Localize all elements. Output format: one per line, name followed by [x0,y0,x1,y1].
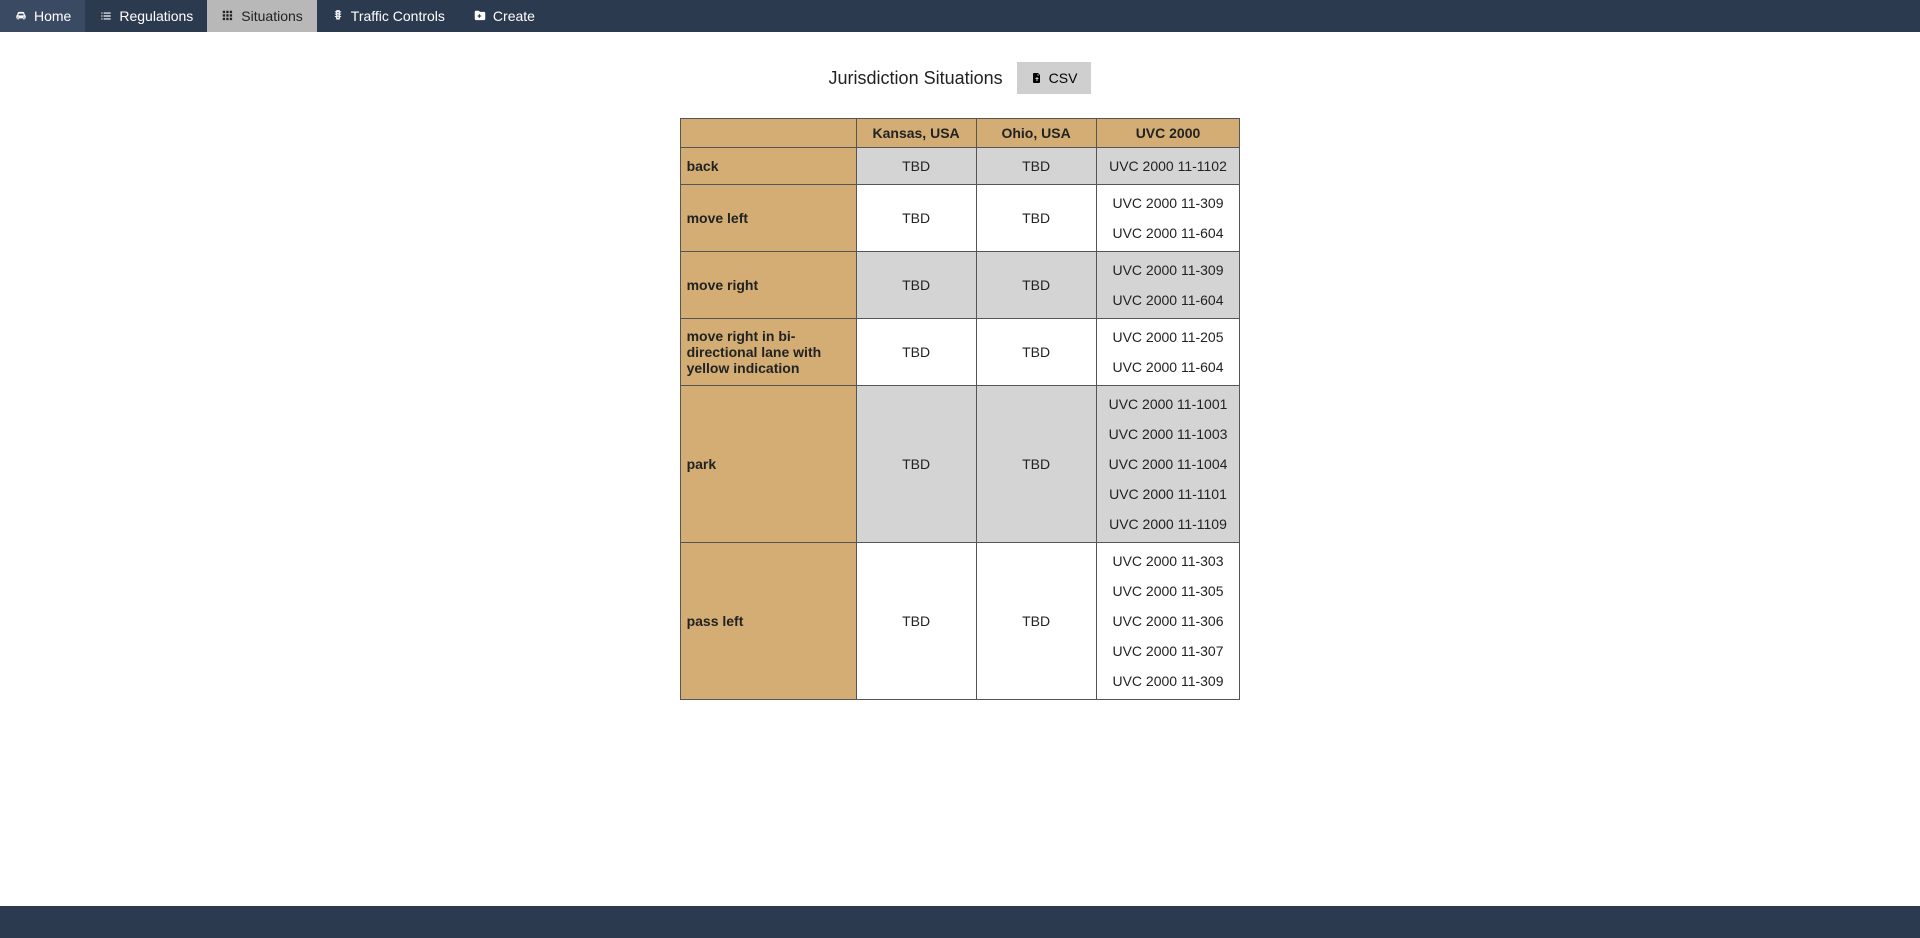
regulation-ref[interactable]: UVC 2000 11-309 [1112,195,1223,211]
table-cell: TBD [856,148,976,185]
file-download-icon [1031,71,1043,85]
csv-button[interactable]: CSV [1017,62,1092,94]
regulation-refs: UVC 2000 11-205 UVC 2000 11-604 [1103,325,1234,379]
regulation-ref[interactable]: UVC 2000 11-1001 [1109,396,1228,412]
table-cell: TBD [856,185,976,252]
table-cell: UVC 2000 11-1001 UVC 2000 11-1003 UVC 2000… [1096,386,1240,543]
nav-item-traffic-controls[interactable]: Traffic Controls [317,0,459,32]
table-row: pass leftTBDTBDUVC 2000 11-303UVC 2000 1… [680,543,1240,700]
table-cell: TBD [856,543,976,700]
car-icon [14,9,28,23]
regulation-ref[interactable]: UVC 2000 11-309 [1112,673,1223,689]
regulation-refs: UVC 2000 11-303 UVC 2000 11-305 UVC 2000 1… [1103,549,1234,693]
regulation-ref[interactable]: UVC 2000 11-1004 [1109,456,1228,472]
table-cell: TBD [856,252,976,319]
row-header[interactable]: back [680,148,856,185]
table-body: backTBDTBDUVC 2000 11-1102move leftTBDTB… [680,148,1240,700]
regulation-ref[interactable]: UVC 2000 11-303 [1112,553,1223,569]
col-header[interactable]: Ohio, USA [976,119,1096,148]
regulation-ref[interactable]: UVC 2000 11-1101 [1109,486,1227,502]
grid-icon [221,9,235,23]
regulation-ref[interactable]: UVC 2000 11-1003 [1109,426,1228,442]
regulation-ref[interactable]: UVC 2000 11-205 [1112,329,1223,345]
table-cell: TBD [976,252,1096,319]
regulation-ref[interactable]: UVC 2000 11-307 [1112,643,1223,659]
nav-label: Home [34,8,71,24]
regulation-ref[interactable]: UVC 2000 11-604 [1112,225,1223,241]
table-cell: TBD [976,319,1096,386]
regulation-refs: UVC 2000 11-309 UVC 2000 11-604 [1103,258,1234,312]
table-head: Kansas, USA Ohio, USA UVC 2000 [680,119,1240,148]
table-cell: TBD [976,386,1096,543]
csv-button-label: CSV [1049,70,1078,86]
table-cell: UVC 2000 11-1102 [1096,148,1240,185]
main-content[interactable]: Jurisdiction Situations CSV Kansas, USA … [0,32,1920,906]
nav-item-create[interactable]: Create [459,0,549,32]
nav-item-situations[interactable]: Situations [207,0,316,32]
col-header[interactable]: Kansas, USA [856,119,976,148]
regulation-ref[interactable]: UVC 2000 11-309 [1112,262,1223,278]
traffic-icon [331,9,345,23]
table-cell: TBD [976,185,1096,252]
table-row: move rightTBDTBDUVC 2000 11-309UVC 2000 … [680,252,1240,319]
table-cell: UVC 2000 11-303 UVC 2000 11-305 UVC 2000 1… [1096,543,1240,700]
nav-label: Situations [241,8,302,24]
table-row: move right in bi-directional lane with y… [680,319,1240,386]
regulation-ref[interactable]: UVC 2000 11-604 [1112,359,1223,375]
folder-icon [473,9,487,23]
page-title: Jurisdiction Situations [829,68,1003,89]
regulation-refs: UVC 2000 11-1001 UVC 2000 11-1003 UVC 2000… [1103,392,1234,536]
row-header[interactable]: move left [680,185,856,252]
table-cell: TBD [856,319,976,386]
table-corner [680,119,856,148]
table-cell: TBD [976,543,1096,700]
table-row: parkTBDTBDUVC 2000 11-1001UVC 2000 11-10… [680,386,1240,543]
regulation-ref[interactable]: UVC 2000 11-604 [1112,292,1223,308]
regulation-ref[interactable]: UVC 2000 11-1109 [1109,516,1227,532]
regulation-refs: UVC 2000 11-309 UVC 2000 11-604 [1103,191,1234,245]
regulation-ref[interactable]: UVC 2000 11-306 [1112,613,1223,629]
col-header[interactable]: UVC 2000 [1096,119,1240,148]
regulation-refs: UVC 2000 11-1102 [1103,154,1234,178]
nav-item-regulations[interactable]: Regulations [85,0,207,32]
list-icon [99,9,113,23]
title-row: Jurisdiction Situations CSV [829,62,1092,94]
nav-label: Traffic Controls [351,8,445,24]
row-header[interactable]: move right in bi-directional lane with y… [680,319,856,386]
table-cell: TBD [976,148,1096,185]
regulation-ref[interactable]: UVC 2000 11-305 [1112,583,1223,599]
table-cell: UVC 2000 11-309 UVC 2000 11-604 [1096,185,1240,252]
row-header[interactable]: pass left [680,543,856,700]
bottom-bar [0,906,1920,938]
regulation-ref[interactable]: UVC 2000 11-1102 [1109,158,1227,174]
content-wrapper: Jurisdiction Situations CSV Kansas, USA … [0,32,1920,740]
table-row: backTBDTBDUVC 2000 11-1102 [680,148,1240,185]
situations-table: Kansas, USA Ohio, USA UVC 2000 backTBDTB… [680,118,1241,700]
top-nav: Home Regulations Situations Traffic Cont… [0,0,1920,32]
nav-label: Create [493,8,535,24]
row-header[interactable]: move right [680,252,856,319]
table-cell: UVC 2000 11-309 UVC 2000 11-604 [1096,252,1240,319]
table-cell: UVC 2000 11-205 UVC 2000 11-604 [1096,319,1240,386]
table-cell: TBD [856,386,976,543]
table-row: move leftTBDTBDUVC 2000 11-309UVC 2000 1… [680,185,1240,252]
row-header[interactable]: park [680,386,856,543]
nav-label: Regulations [119,8,193,24]
nav-item-home[interactable]: Home [0,0,85,32]
